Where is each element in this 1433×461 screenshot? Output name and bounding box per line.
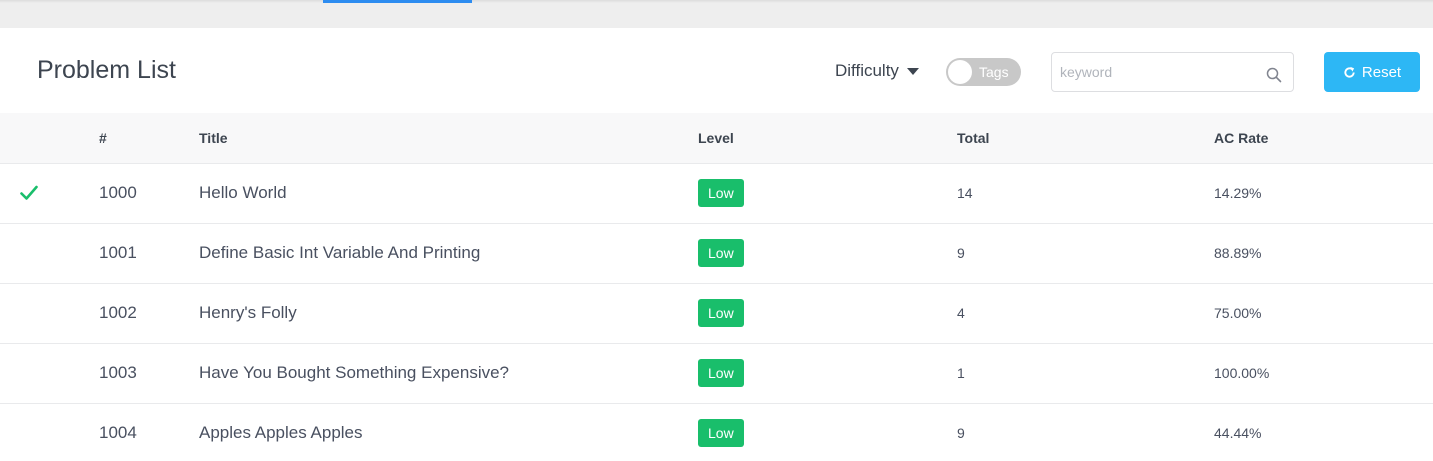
- column-header-title[interactable]: Title: [199, 113, 698, 164]
- table-body: 1000 Hello World Low 14 14.29% 1001 Defi…: [0, 163, 1433, 461]
- column-header-status: [0, 113, 99, 164]
- tags-toggle-label: Tags: [979, 64, 1009, 80]
- level-cell: Low: [698, 343, 957, 404]
- level-cell: Low: [698, 403, 957, 461]
- search-input[interactable]: [1060, 59, 1260, 85]
- total-cell: 9: [957, 223, 1214, 284]
- tags-toggle[interactable]: Tags: [946, 58, 1021, 86]
- total-cell: 9: [957, 403, 1214, 461]
- difficulty-label: Difficulty: [835, 61, 899, 80]
- ac-rate-cell: 88.89%: [1214, 223, 1433, 284]
- difficulty-dropdown[interactable]: Difficulty: [835, 61, 919, 81]
- total-cell: 4: [957, 283, 1214, 344]
- ac-rate-cell: 100.00%: [1214, 343, 1433, 404]
- level-badge: Low: [698, 179, 744, 207]
- status-cell: [0, 283, 99, 344]
- total-cell: 1: [957, 343, 1214, 404]
- column-header-ac-rate[interactable]: AC Rate: [1214, 113, 1433, 164]
- reset-button-label: Reset: [1361, 63, 1402, 81]
- level-cell: Low: [698, 223, 957, 284]
- ac-rate-cell: 14.29%: [1214, 163, 1433, 224]
- problem-id: 1004: [99, 403, 199, 461]
- level-cell: Low: [698, 283, 957, 344]
- status-cell: [0, 403, 99, 461]
- table-row[interactable]: 1004 Apples Apples Apples Low 9 44.44%: [0, 403, 1433, 461]
- search-box: [1051, 52, 1294, 92]
- column-header-id[interactable]: #: [99, 113, 199, 164]
- table-row[interactable]: 1001 Define Basic Int Variable And Print…: [0, 223, 1433, 284]
- card-header: Problem List Difficulty Tags Reset: [0, 28, 1433, 113]
- reset-button[interactable]: Reset: [1324, 52, 1420, 92]
- problem-title-link[interactable]: Have You Bought Something Expensive?: [199, 343, 698, 404]
- total-cell: 14: [957, 163, 1214, 224]
- page-title: Problem List: [37, 56, 176, 84]
- level-badge: Low: [698, 299, 744, 327]
- level-badge: Low: [698, 239, 744, 267]
- problem-title-link[interactable]: Hello World: [199, 163, 698, 224]
- problem-list-card: Problem List Difficulty Tags Reset: [0, 28, 1433, 461]
- status-cell: [0, 163, 99, 224]
- level-badge: Low: [698, 419, 744, 447]
- level-badge: Low: [698, 359, 744, 387]
- status-cell: [0, 223, 99, 284]
- table-row[interactable]: 1003 Have You Bought Something Expensive…: [0, 343, 1433, 404]
- problem-title-link[interactable]: Apples Apples Apples: [199, 403, 698, 461]
- ac-rate-cell: 44.44%: [1214, 403, 1433, 461]
- table-row[interactable]: 1002 Henry's Folly Low 4 75.00%: [0, 283, 1433, 344]
- table-row[interactable]: 1000 Hello World Low 14 14.29%: [0, 163, 1433, 224]
- level-cell: Low: [698, 163, 957, 224]
- ac-rate-cell: 75.00%: [1214, 283, 1433, 344]
- active-nav-indicator: [323, 0, 472, 3]
- problem-id: 1001: [99, 223, 199, 284]
- table-header: # Title Level Total AC Rate: [0, 113, 1433, 164]
- problem-id: 1003: [99, 343, 199, 404]
- check-icon: [20, 185, 38, 200]
- nav-shadow: [0, 0, 1433, 3]
- problem-id: 1002: [99, 283, 199, 344]
- column-header-total[interactable]: Total: [957, 113, 1214, 164]
- refresh-icon: [1344, 66, 1355, 78]
- problem-id: 1000: [99, 163, 199, 224]
- problem-title-link[interactable]: Define Basic Int Variable And Printing: [199, 223, 698, 284]
- caret-down-icon: [906, 68, 919, 75]
- problem-title-link[interactable]: Henry's Folly: [199, 283, 698, 344]
- problem-table: # Title Level Total AC Rate 1000 Hello W…: [0, 113, 1433, 461]
- status-cell: [0, 343, 99, 404]
- column-header-level[interactable]: Level: [698, 113, 957, 164]
- search-icon[interactable]: [1266, 67, 1282, 83]
- top-nav-strip: [0, 0, 1433, 28]
- toggle-knob: [948, 60, 972, 84]
